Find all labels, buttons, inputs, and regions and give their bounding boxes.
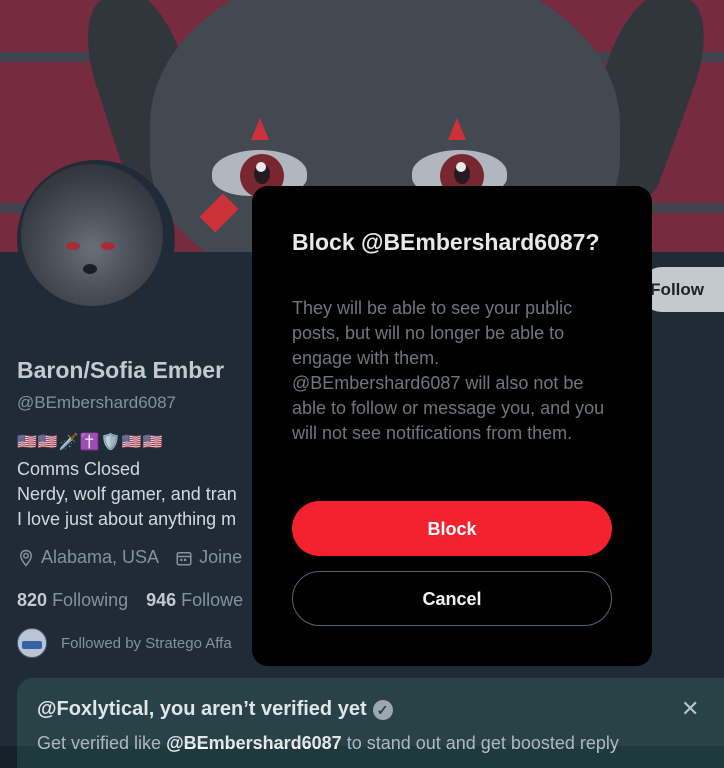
- block-button[interactable]: Block: [292, 501, 612, 556]
- cancel-button[interactable]: Cancel: [292, 571, 612, 626]
- dialog-body: They will be able to see your public pos…: [292, 298, 605, 443]
- dialog-title: Block @BEmbershard6087?: [292, 229, 600, 255]
- block-dialog: Block @BEmbershard6087? They will be abl…: [252, 186, 652, 666]
